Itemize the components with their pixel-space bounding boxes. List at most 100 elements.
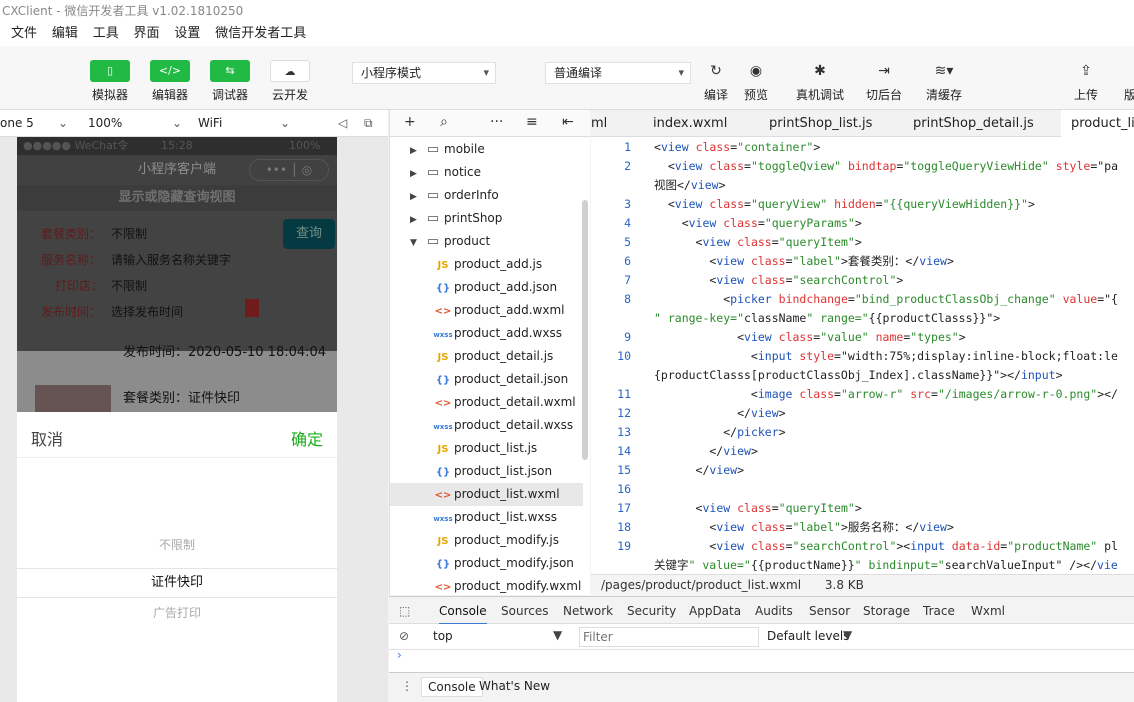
tree-file-selected[interactable]: <> product_list.wxml — [390, 483, 583, 506]
tree-file[interactable]: {} product_add.json — [432, 276, 557, 299]
tree-file[interactable]: <> product_modify.wxml — [432, 575, 582, 595]
code-line[interactable]: <view class="toggleQview" bindtap="toggl… — [654, 157, 1118, 176]
tree-file[interactable]: JS product_modify.js — [432, 529, 559, 552]
tree-folder-product[interactable]: ▼ ▭ product — [410, 230, 490, 253]
tree-file[interactable]: <> product_detail.wxml — [432, 391, 576, 414]
picker-mask[interactable] — [17, 137, 337, 412]
editor-button[interactable]: </> 编辑器 — [150, 60, 190, 103]
backstage-button[interactable]: ⇥ 切后台 — [862, 60, 906, 103]
code-line[interactable]: </picker> — [654, 423, 785, 442]
collapse-icon[interactable]: ⇤ — [562, 114, 574, 130]
devtab-appdata[interactable]: AppData — [689, 597, 741, 625]
editor-tab[interactable]: printShop_detail.js — [903, 110, 1044, 137]
editor-tab-active[interactable]: product_lis — [1061, 110, 1134, 137]
code-line[interactable]: 关键字" value="{{productName}}" bindinput="… — [654, 556, 1118, 574]
network-select[interactable]: WiFi — [198, 114, 222, 132]
devtab-storage[interactable]: Storage — [863, 597, 910, 625]
filetree-scrollbar[interactable] — [582, 200, 588, 460]
preview-button[interactable]: ◉ 预览 — [736, 60, 776, 103]
tree-file[interactable]: wxssproduct_detail.wxss — [432, 414, 573, 437]
code-line[interactable]: <view class="label">服务名称：</view> — [654, 518, 954, 537]
code-line[interactable]: </view> — [654, 461, 745, 480]
code-line[interactable]: <view class="queryParams"> — [654, 214, 862, 233]
code-line[interactable]: <view class="searchControl"> — [654, 271, 903, 290]
devtab-audits[interactable]: Audits — [755, 597, 793, 625]
picker-confirm-button[interactable]: 确定 — [291, 426, 323, 450]
debugger-button[interactable]: ⇆ 调试器 — [210, 60, 250, 103]
mode-select[interactable]: 小程序模式 — [352, 62, 496, 84]
tree-file[interactable]: wxssproduct_list.wxss — [432, 506, 557, 529]
simulator-button[interactable]: ▯ 模拟器 — [90, 60, 130, 103]
picker-option[interactable]: 广告打印 — [17, 604, 337, 621]
console-filter-input[interactable] — [579, 627, 759, 647]
sort-icon[interactable]: ≡ — [526, 114, 538, 130]
editor-tab[interactable]: index.wxml — [643, 110, 737, 137]
devtab-network[interactable]: Network — [563, 597, 613, 625]
volume-icon[interactable]: ◁ — [338, 114, 347, 132]
drawer-tab-whats-new[interactable]: What's New — [479, 679, 550, 693]
tree-file[interactable]: {} product_detail.json — [432, 368, 568, 391]
search-icon[interactable]: ⌕ — [440, 114, 448, 130]
more-icon[interactable]: ··· — [490, 114, 503, 130]
menu-edit[interactable]: 编辑 — [52, 22, 78, 46]
code-line[interactable]: <picker bindchange="bind_productClassObj… — [654, 290, 1118, 309]
devtab-sources[interactable]: Sources — [501, 597, 548, 625]
code-line[interactable]: <view class="queryItem"> — [654, 233, 862, 252]
menu-settings[interactable]: 设置 — [174, 22, 200, 46]
devtab-console[interactable]: Console — [439, 597, 487, 625]
code-line[interactable]: </view> — [654, 404, 786, 423]
compile-button[interactable]: ↻ 编译 — [696, 60, 736, 103]
picker-cancel-button[interactable]: 取消 — [31, 426, 63, 450]
context-select[interactable]: top — [433, 629, 453, 643]
code-line[interactable]: <view class="value" name="types"> — [654, 328, 966, 347]
tree-file[interactable]: JS product_add.js — [432, 253, 543, 276]
tree-folder-printshop[interactable]: ▶ ▭ printShop — [410, 207, 502, 230]
devtab-sensor[interactable]: Sensor — [809, 597, 850, 625]
tree-file[interactable]: JS product_list.js — [432, 437, 538, 460]
more-vertical-icon[interactable]: ⋮ — [401, 679, 413, 693]
levels-select[interactable]: Default levels — [767, 629, 849, 643]
tree-file[interactable]: {} product_modify.json — [432, 552, 574, 575]
version-button[interactable]: ▭ 版 — [1120, 60, 1134, 103]
code-line[interactable]: " range-key="className" range="{{product… — [654, 309, 1000, 328]
picker-option[interactable]: 不限制 — [17, 536, 337, 553]
code-line[interactable]: <view class="searchControl"><input data-… — [654, 537, 1118, 556]
picker-option-selected[interactable]: 证件快印 — [17, 568, 337, 598]
console-output[interactable]: › — [389, 648, 1134, 672]
code-line[interactable]: <view class="queryView" hidden="{{queryV… — [654, 195, 1035, 214]
code-line[interactable]: {productClasss[productClassObj_Index].cl… — [654, 366, 1063, 385]
tree-folder-orderinfo[interactable]: ▶ ▭ orderInfo — [410, 184, 499, 207]
editor-tab[interactable]: ml — [581, 110, 617, 137]
window-icon[interactable]: ⧉ — [364, 114, 373, 132]
add-icon[interactable]: + — [404, 114, 416, 130]
upload-button[interactable]: ⇪ 上传 — [1066, 60, 1106, 103]
devtab-wxml[interactable]: Wxml — [971, 597, 1005, 625]
code-editor[interactable]: 1 <view class="container"> 2 <view class="… — [591, 137, 1134, 574]
cloud-button[interactable]: ☁ 云开发 — [270, 60, 310, 103]
tree-file[interactable]: JS product_detail.js — [432, 345, 554, 368]
code-line[interactable]: <view class="queryItem"> — [654, 499, 862, 518]
tree-folder-notice[interactable]: ▶ ▭ notice — [410, 161, 481, 184]
code-line[interactable]: <image class="arrow-r" src="/images/arro… — [654, 385, 1118, 404]
code-line[interactable]: <view class="container"> — [654, 138, 820, 157]
devtab-trace[interactable]: Trace — [923, 597, 955, 625]
clear-console-icon[interactable]: ⊘ — [399, 629, 409, 643]
tree-file[interactable]: <> product_add.wxml — [432, 299, 565, 322]
menu-tools[interactable]: 工具 — [93, 22, 119, 46]
code-line[interactable]: </view> — [654, 442, 758, 461]
inspect-icon[interactable]: ⬚ — [399, 597, 410, 625]
code-line[interactable]: <view class="label">套餐类别：</view> — [654, 252, 954, 271]
menu-wechat-devtools[interactable]: 微信开发者工具 — [215, 22, 306, 46]
tree-file[interactable]: {} product_list.json — [432, 460, 552, 483]
menu-view[interactable]: 界面 — [134, 22, 160, 46]
devtab-security[interactable]: Security — [627, 597, 676, 625]
zoom-select[interactable]: 100% — [88, 114, 122, 132]
drawer-tab-console[interactable]: Console — [421, 677, 483, 697]
clear-cache-button[interactable]: ≋▾ 清缓存 — [920, 60, 968, 103]
menu-file[interactable]: 文件 — [11, 22, 37, 46]
editor-tab[interactable]: printShop_list.js — [759, 110, 882, 137]
code-line[interactable]: 视图</view> — [654, 176, 726, 195]
tree-file[interactable]: wxssproduct_add.wxss — [432, 322, 562, 345]
code-line[interactable]: <input style="width:75%;display:inline-b… — [654, 347, 1118, 366]
remote-debug-button[interactable]: ✱ 真机调试 — [792, 60, 848, 103]
